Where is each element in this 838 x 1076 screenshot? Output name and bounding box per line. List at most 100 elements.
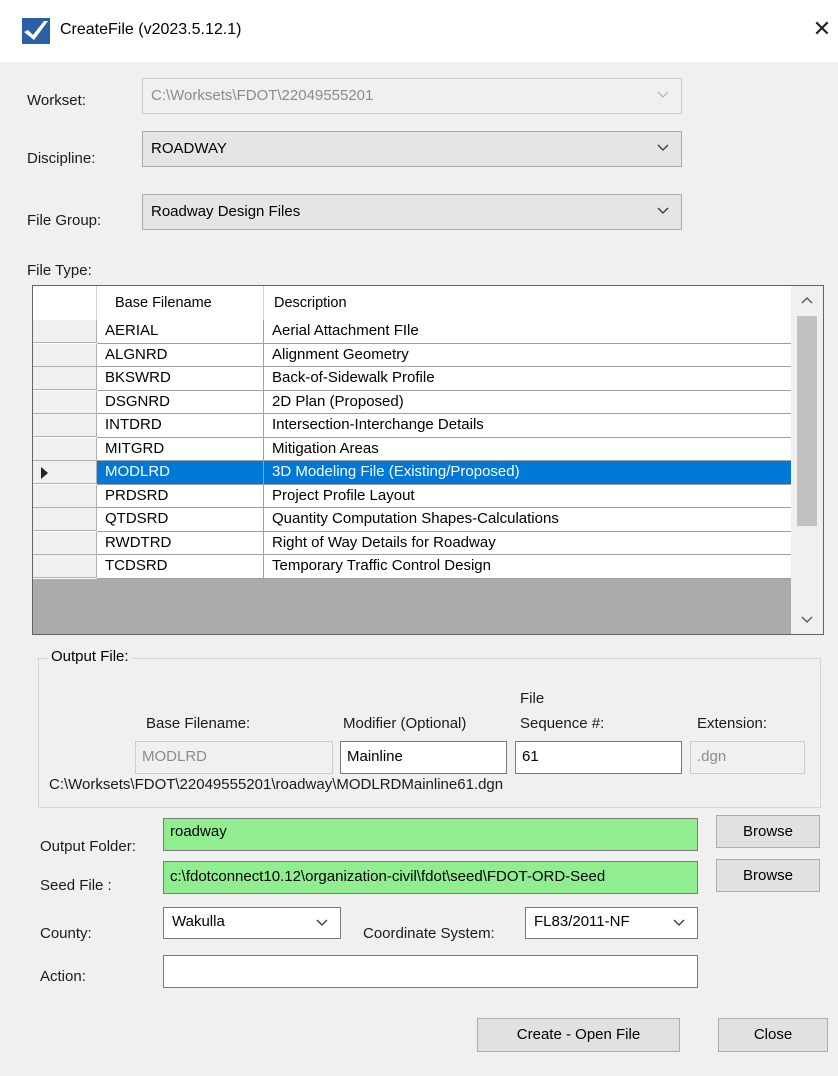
chevron-down-icon [673, 919, 685, 926]
file-group-dropdown[interactable]: Roadway Design Files [142, 194, 682, 230]
scrollbar-thumb[interactable] [797, 316, 817, 526]
sequence-label-line2: Sequence #: [520, 715, 605, 732]
scroll-down-arrow-icon[interactable] [791, 606, 823, 634]
window-close-icon[interactable]: ✕ [808, 14, 836, 44]
table-row[interactable]: RWDTRD Right of Way Details for Roadway [33, 531, 791, 555]
table-row[interactable]: MODLRD 3D Modeling File (Existing/Propose… [33, 461, 791, 485]
column-header-description[interactable]: Description [264, 286, 791, 320]
county-value: Wakulla [172, 913, 225, 930]
extension-label: Extension: [697, 715, 768, 732]
cell-description[interactable]: 2D Plan (Proposed) [264, 391, 791, 414]
cell-base-filename[interactable]: DSGNRD [97, 390, 264, 414]
title-bar: CreateFile (v2023.5.12.1) ✕ [0, 0, 838, 62]
close-button[interactable]: Close [718, 1018, 828, 1052]
table-row[interactable]: QTDSRD Quantity Computation Shapes-Calcul… [33, 508, 791, 532]
current-row-arrow-icon [41, 467, 48, 479]
chevron-down-icon [316, 919, 328, 926]
create-file-dialog: CreateFile (v2023.5.12.1) ✕ Workset: C:\… [0, 0, 838, 1076]
cell-base-filename[interactable]: QTDSRD [97, 508, 264, 532]
app-logo-icon [22, 18, 50, 44]
row-selector[interactable] [33, 461, 97, 484]
row-selector[interactable] [33, 437, 97, 461]
row-selector[interactable] [33, 320, 97, 343]
cell-base-filename[interactable]: ALGNRD [97, 343, 264, 367]
cell-description[interactable]: 3D Modeling File (Existing/Proposed) [264, 461, 791, 485]
county-label: County: [40, 925, 92, 942]
sequence-label-line1: File [520, 690, 545, 707]
vertical-scrollbar[interactable] [791, 286, 823, 634]
extension-field: .dgn [690, 741, 805, 774]
coordinate-system-dropdown[interactable]: FL83/2011-NF [525, 907, 698, 939]
cell-description[interactable]: Mitigation Areas [264, 438, 791, 461]
cell-base-filename[interactable]: TCDSRD [97, 555, 264, 579]
discipline-label: Discipline: [27, 150, 96, 167]
file-type-grid[interactable]: Base Filename Description AERIAL Aerial A… [32, 285, 824, 635]
cell-description[interactable]: Alignment Geometry [264, 344, 791, 367]
cell-description[interactable]: Right of Way Details for Roadway [264, 532, 791, 555]
table-row[interactable]: TCDSRD Temporary Traffic Control Design [33, 555, 791, 579]
seed-file-label: Seed File : [40, 877, 112, 894]
table-row[interactable]: AERIAL Aerial Attachment FIle [33, 320, 791, 344]
window-title: CreateFile (v2023.5.12.1) [60, 21, 242, 38]
row-selector[interactable] [33, 343, 97, 367]
seed-file-input[interactable]: c:\fdotconnect10.12\organization-civil\f… [163, 861, 698, 894]
coordinate-system-label: Coordinate System: [363, 925, 495, 942]
row-selector[interactable] [33, 531, 97, 555]
row-selector[interactable] [33, 484, 97, 508]
cell-base-filename[interactable]: PRDSRD [97, 484, 264, 508]
output-full-path: C:\Worksets\FDOT\22049555201\roadway\MOD… [49, 776, 504, 793]
cell-base-filename[interactable]: BKSWRD [97, 367, 264, 391]
row-selector[interactable] [33, 367, 97, 390]
row-selector[interactable] [33, 555, 97, 578]
discipline-value: ROADWAY [151, 140, 227, 157]
cell-description[interactable]: Back-of-Sidewalk Profile [264, 367, 791, 391]
cell-base-filename[interactable]: AERIAL [97, 320, 264, 344]
cell-description[interactable]: Intersection-Interchange Details [264, 414, 791, 438]
modifier-input[interactable]: Mainline [340, 741, 507, 774]
scroll-up-arrow-icon[interactable] [791, 286, 823, 314]
row-selector[interactable] [33, 508, 97, 531]
discipline-dropdown[interactable]: ROADWAY [142, 131, 682, 167]
cell-base-filename[interactable]: INTDRD [97, 414, 264, 438]
row-selector[interactable] [33, 390, 97, 414]
workset-label: Workset: [27, 92, 86, 109]
cell-base-filename[interactable]: MODLRD [97, 461, 264, 485]
table-row[interactable]: ALGNRD Alignment Geometry [33, 343, 791, 367]
cell-base-filename[interactable]: RWDTRD [97, 531, 264, 555]
output-file-group-title: Output File: [48, 648, 132, 665]
action-label: Action: [40, 968, 86, 985]
chevron-down-icon [657, 91, 669, 98]
create-open-file-button[interactable]: Create - Open File [477, 1018, 680, 1052]
modifier-label: Modifier (Optional) [343, 715, 467, 732]
table-row[interactable]: PRDSRD Project Profile Layout [33, 484, 791, 508]
output-folder-label: Output Folder: [40, 838, 136, 855]
cell-description[interactable]: Project Profile Layout [264, 485, 791, 508]
grid-header: Base Filename Description [33, 286, 791, 321]
chevron-down-icon [657, 144, 669, 151]
coordinate-system-value: FL83/2011-NF [534, 913, 630, 930]
seed-file-browse-button[interactable]: Browse [716, 859, 820, 892]
base-filename-label: Base Filename: [146, 715, 251, 732]
cell-description[interactable]: Temporary Traffic Control Design [264, 555, 791, 579]
workset-value: C:\Worksets\FDOT\22049555201 [151, 87, 374, 104]
file-type-label: File Type: [27, 262, 92, 279]
table-row[interactable]: DSGNRD 2D Plan (Proposed) [33, 390, 791, 414]
file-group-value: Roadway Design Files [151, 203, 301, 220]
sequence-number-input[interactable]: 61 [515, 741, 682, 774]
county-dropdown[interactable]: Wakulla [163, 907, 341, 939]
table-row[interactable]: BKSWRD Back-of-Sidewalk Profile [33, 367, 791, 391]
base-filename-field: MODLRD [135, 741, 333, 774]
row-header-corner [33, 286, 97, 320]
column-header-base-filename[interactable]: Base Filename [97, 286, 264, 320]
cell-base-filename[interactable]: MITGRD [97, 437, 264, 461]
workset-dropdown: C:\Worksets\FDOT\22049555201 [142, 78, 682, 114]
table-row[interactable]: INTDRD Intersection-Interchange Details [33, 414, 791, 438]
cell-description[interactable]: Quantity Computation Shapes-Calculations [264, 508, 791, 532]
output-folder-input[interactable]: roadway [163, 818, 698, 851]
cell-description[interactable]: Aerial Attachment FIle [264, 320, 791, 344]
row-selector[interactable] [33, 414, 97, 437]
output-folder-browse-button[interactable]: Browse [716, 815, 820, 848]
action-input[interactable] [163, 955, 698, 988]
table-row[interactable]: MITGRD Mitigation Areas [33, 437, 791, 461]
chevron-down-icon [657, 207, 669, 214]
